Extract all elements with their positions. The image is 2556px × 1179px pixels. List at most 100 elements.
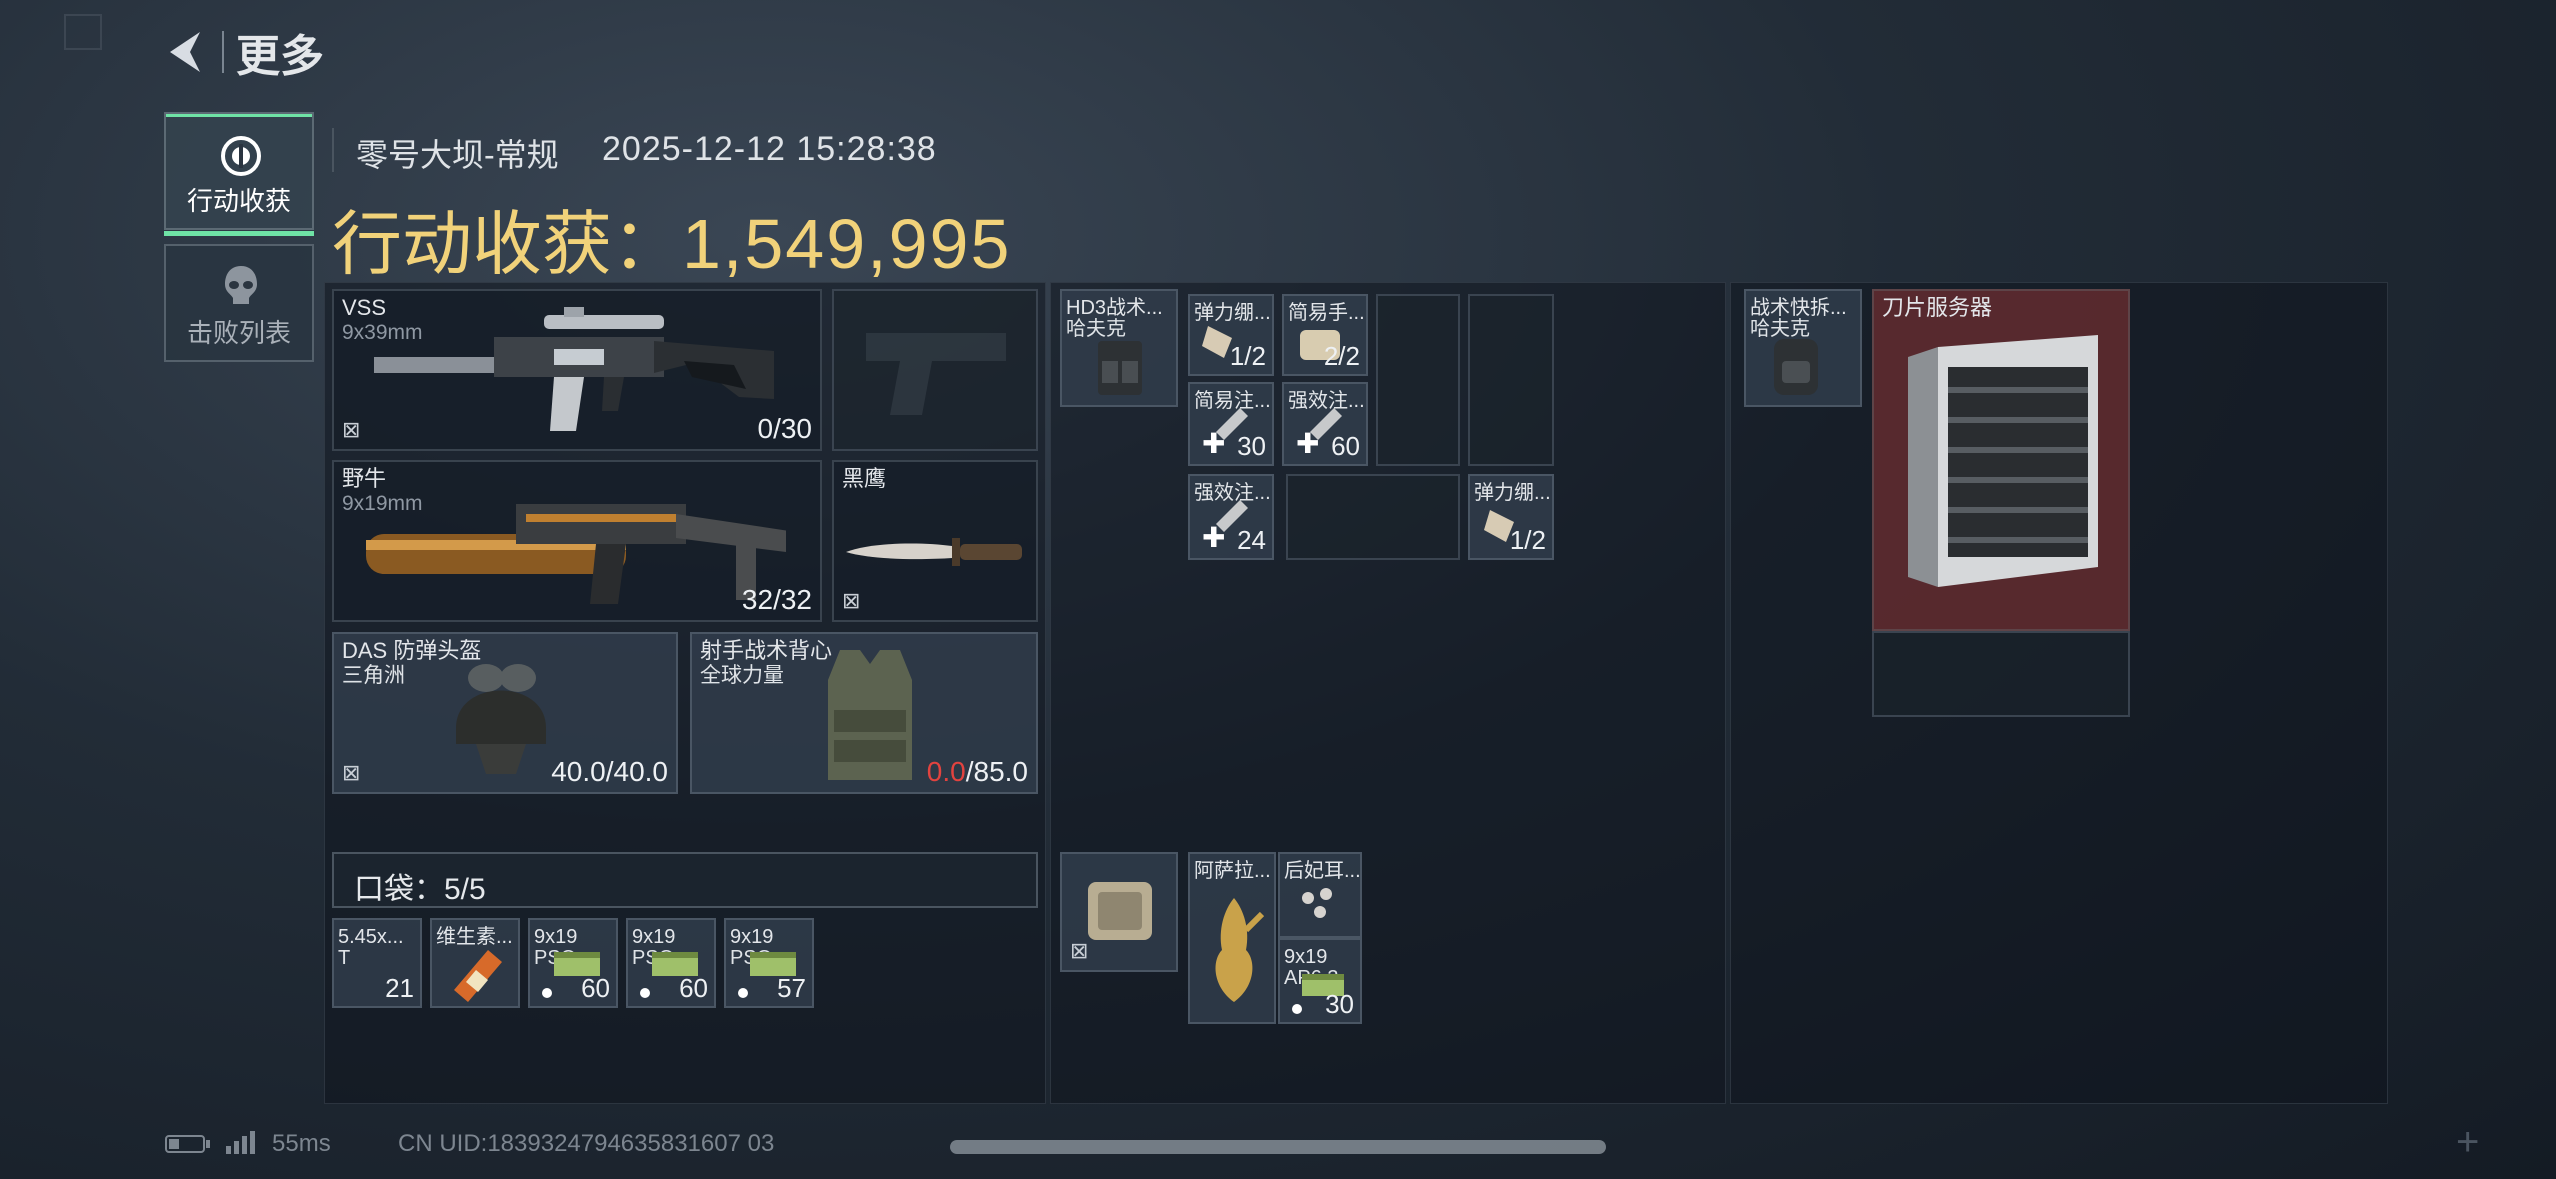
rig-item[interactable]: 强效注... ✚ 60 (1282, 382, 1368, 466)
primary-weapon-slot[interactable]: VSS 9x39mm ⊠ 0/30 (332, 289, 822, 451)
rig-empty-slot[interactable] (1468, 294, 1554, 466)
back-button[interactable]: 更多 (160, 24, 324, 81)
heal-plus-icon: ✚ (1296, 428, 1320, 459)
tab-defeat-list[interactable]: 击败列表 (164, 244, 314, 362)
tab-label: 击败列表 (186, 318, 291, 348)
item-name: 后妃耳... (1284, 860, 1361, 882)
rig-item[interactable]: 弹力绷... 1/2 (1468, 474, 1554, 560)
weapon-ammo: 0/30 (757, 413, 813, 444)
knife-icon (846, 538, 1022, 566)
armor-name: 射手战术背心 (700, 638, 833, 663)
pocket-item[interactable]: 5.45x... T 21 (332, 918, 422, 1008)
tab-active-underline (164, 231, 314, 236)
item-count: 24 (1237, 525, 1266, 555)
uid-text: CN UID:1839324794635831607 03 (398, 1130, 775, 1157)
backpack-empty-slot[interactable] (1872, 631, 2130, 717)
armor-durability-max: /85.0 (965, 756, 1028, 787)
pockets-header: 口袋：5/5 (332, 852, 1038, 908)
melee-slot[interactable]: 黑鹰 ⊠ (832, 460, 1038, 622)
signal-icon (226, 1131, 255, 1154)
pockets-label: 口袋：5/5 (354, 873, 486, 906)
armor-durability: 0.0/85.0 (927, 756, 1028, 788)
pocket-item[interactable]: 9x19 PSO 57 (724, 918, 814, 1008)
tab-label: 行动收获 (186, 186, 291, 216)
armor-brand: 全球力量 (700, 664, 784, 687)
back-arrow-icon (170, 32, 200, 72)
ping-text: 55ms (272, 1130, 331, 1157)
safe-item[interactable]: 后妃耳... (1278, 852, 1362, 938)
match-datetime: 2025-12-12 15:28:38 (602, 130, 937, 168)
item-count: 1/2 (1229, 341, 1266, 371)
pistol-silhouette-icon (866, 333, 1006, 415)
ammo-dot-icon (640, 988, 650, 998)
rig-item[interactable]: 弹力绷... 1/2 (1188, 294, 1274, 376)
rig-empty-slot[interactable] (1286, 474, 1460, 560)
item-count: 1/2 (1509, 525, 1546, 555)
plus-icon: + (2456, 1120, 2480, 1164)
armor-durability-current: 0.0 (926, 756, 966, 787)
heal-plus-icon: ✚ (1202, 522, 1226, 553)
header-divider (222, 31, 224, 73)
heal-plus-icon: ✚ (1202, 428, 1226, 459)
vitamin-icon (454, 950, 502, 1002)
armor-slot[interactable]: 射手战术背心 全球力量 0.0/85.0 (690, 632, 1038, 794)
ammo-dot-icon (738, 988, 748, 998)
ammo-dot-icon (542, 988, 552, 998)
earnings-label: 行动收获： (332, 205, 682, 283)
skull-icon (225, 266, 257, 304)
rig-item[interactable]: 强效注... ✚ 24 (1188, 474, 1274, 560)
safe-box-icon (1088, 882, 1152, 940)
ammo-dot-icon (1292, 1004, 1302, 1014)
rig-empty-slot[interactable] (1376, 294, 1460, 466)
tab-operation-earnings[interactable]: 行动收获 (164, 112, 314, 236)
item-count: 60 (581, 973, 610, 1003)
golden-teapot-icon (1215, 898, 1264, 1002)
no-insure-icon: ⊠ (342, 760, 361, 785)
tab-top-accent (166, 114, 312, 117)
backpack-slot[interactable]: 战术快拆... 哈夫克 (1744, 289, 1862, 407)
item-count: 60 (679, 973, 708, 1003)
safe-item[interactable]: 9x19 AP6.3 30 (1278, 938, 1362, 1024)
chest-rig-icon (1098, 341, 1142, 395)
rig-item[interactable]: 简易注... ✚ 30 (1188, 382, 1274, 466)
safe-item[interactable]: 阿萨拉... (1188, 852, 1276, 1024)
vest-icon (828, 650, 912, 780)
pocket-item[interactable]: 9x19 PSO 60 (528, 918, 618, 1008)
helmet-icon (456, 664, 546, 774)
item-count: 57 (777, 973, 806, 1003)
item-name: 简易手... (1288, 302, 1365, 324)
chest-rig-slot[interactable]: HD3战术... 哈夫克 (1060, 289, 1178, 407)
secondary-weapon-slot[interactable]: 野牛 9x19mm 32/32 (332, 460, 822, 622)
no-insure-icon: ⊠ (842, 588, 861, 613)
backpack-item-server[interactable]: 刀片服务器 (1872, 289, 2130, 631)
header-separator (332, 128, 334, 172)
blade-server-icon (1908, 335, 2098, 587)
item-count: 30 (1237, 431, 1266, 461)
map-mode: 零号大坝-常规 (356, 137, 559, 173)
earnings-value: 1,549,995 (682, 205, 1012, 283)
helmet-durability: 40.0/40.0 (551, 756, 668, 787)
item-count: 21 (385, 973, 414, 1003)
item-count: 30 (1325, 989, 1354, 1019)
home-indicator[interactable] (950, 1140, 1606, 1154)
item-name: 刀片服务器 (1882, 295, 1993, 320)
rifle-icon (374, 307, 774, 431)
earring-icon (1302, 888, 1332, 918)
weapon-ammo: 32/32 (741, 584, 812, 615)
safe-box-slot[interactable]: ⊠ (1060, 852, 1178, 972)
backpack-icon (1774, 339, 1818, 395)
no-insure-icon: ⊠ (1070, 938, 1089, 963)
helmet-brand: 三角洲 (342, 664, 405, 687)
item-name: 弹力绷... (1474, 482, 1551, 504)
pocket-item[interactable]: 9x19 PSO 60 (626, 918, 716, 1008)
target-emblem-icon (221, 136, 261, 176)
helmet-slot[interactable]: DAS 防弹头盔 三角洲 ⊠ 40.0/40.0 (332, 632, 678, 794)
pistol-slot-empty[interactable] (832, 289, 1038, 451)
battery-icon (165, 1135, 210, 1153)
pocket-item[interactable]: 维生素... (430, 918, 520, 1008)
item-count: 60 (1331, 431, 1360, 461)
smg-icon (366, 504, 786, 604)
rig-item[interactable]: 简易手... 2/2 (1282, 294, 1368, 376)
back-label: 更多 (236, 32, 324, 81)
melee-name: 黑鹰 (842, 466, 887, 491)
